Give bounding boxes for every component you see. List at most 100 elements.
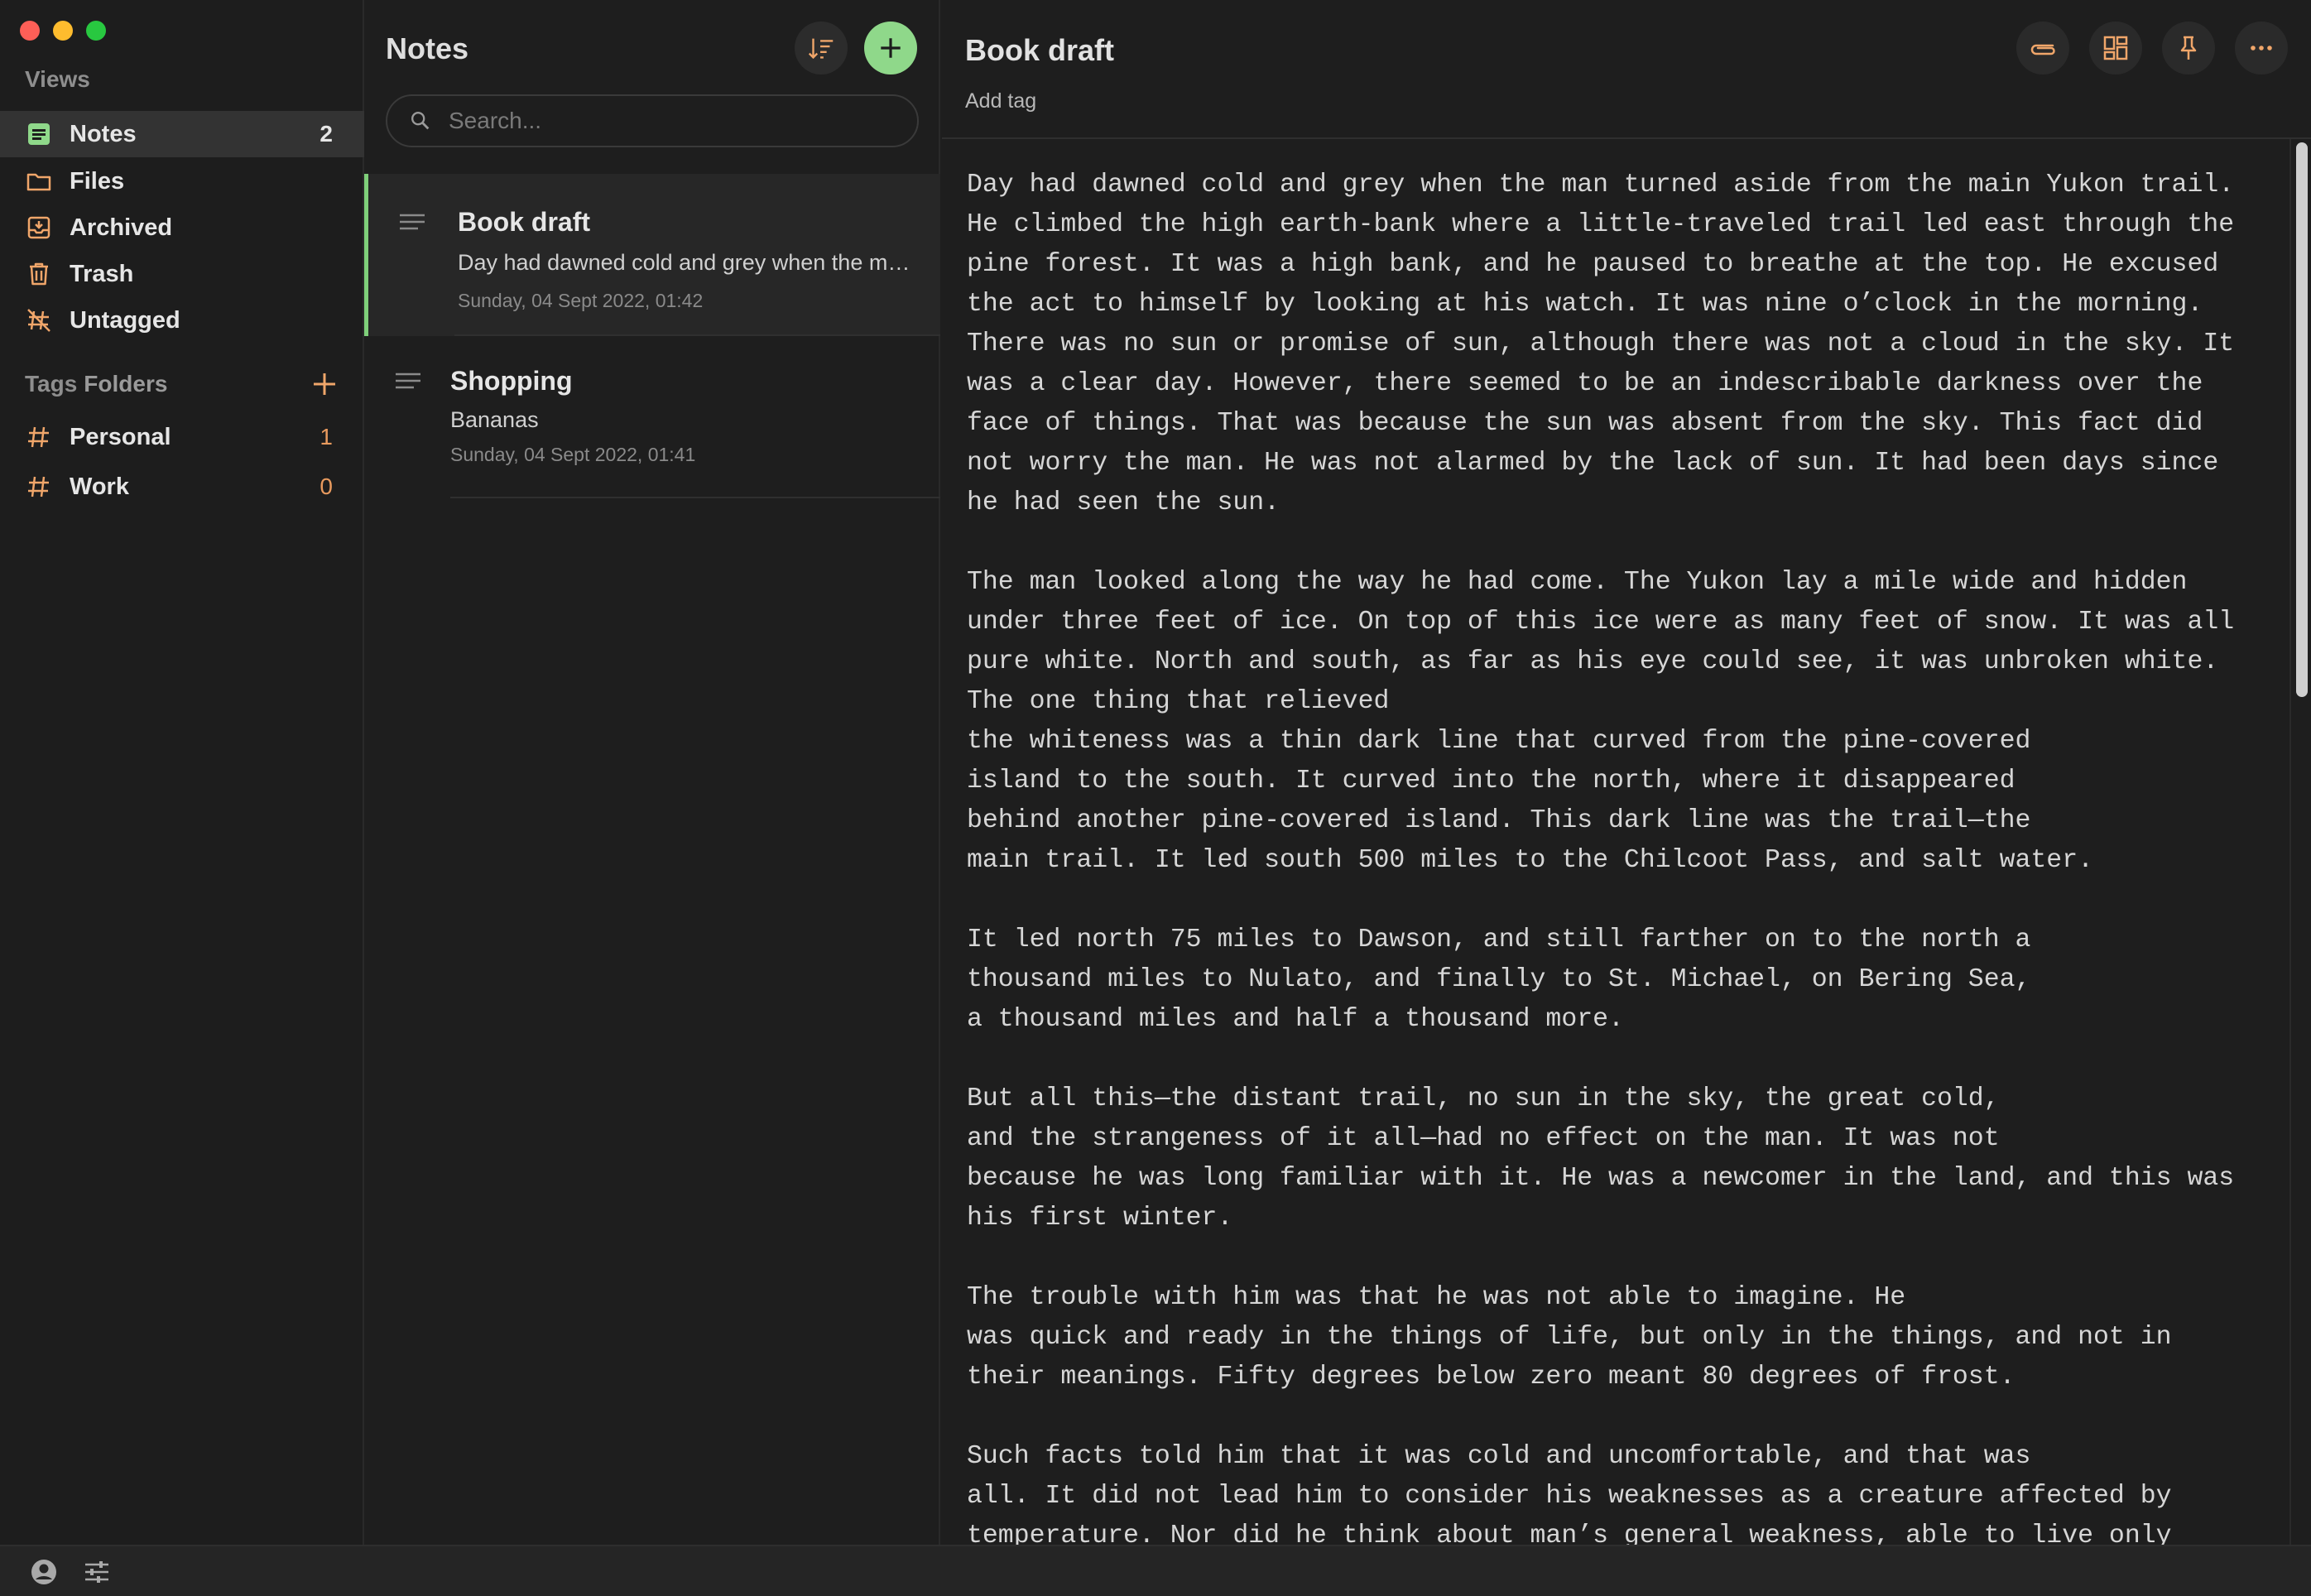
tags-tab[interactable]: Tags [25,371,77,397]
sidebar-item-label: Files [70,167,125,195]
text-line: main trail. It led south 500 miles to th… [967,846,2094,875]
layout-button[interactable] [2089,22,2142,75]
paperclip-icon [2030,44,2055,55]
sidebar-item-tag-personal[interactable]: Personal 1 [0,414,364,460]
note-lines-icon [400,214,425,230]
text-line: was quick and ready in the things of lif… [967,1323,2172,1352]
text-line: under three feet of ice. On top of this … [967,608,2235,637]
settings-sliders-icon[interactable] [81,1556,113,1588]
note-item-shopping[interactable]: Shopping Bananas Sunday, 04 Sept 2022, 0… [364,336,940,498]
editor-scrollbar[interactable] [2289,139,2311,1545]
sidebar: Views Notes 2 Files Archived Trash Untag… [0,0,364,1545]
text-line: pure white. North and south, as far as h… [967,647,2219,676]
note-preview: Day had dawned cold and grey when the ma… [458,250,921,275]
views-heading: Views [25,66,90,92]
text-line: pine forest. It was a high bank, and he … [967,250,2219,279]
folders-tab[interactable]: Folders [84,371,167,397]
sidebar-item-label: Archived [70,214,173,241]
zoom-window-button[interactable] [86,21,106,41]
plus-icon [881,38,901,58]
text-line: all. It did not lead him to consider his… [967,1482,2172,1511]
minimize-window-button[interactable] [53,21,73,41]
search-box[interactable] [386,94,919,147]
text-line: was a clear day. However, there seemed t… [967,369,2203,398]
sidebar-item-label: Notes [70,120,137,147]
text-line: The man looked along the way he had come… [967,568,2188,597]
note-title: Book draft [458,207,590,237]
text-line: The one thing that relieved [967,687,1390,716]
notes-list-panel: Notes Book draft Day had dawned cold and… [364,0,940,1545]
divider [450,497,940,498]
archive-icon [25,214,53,242]
document-title[interactable]: Book draft [965,33,1114,68]
tag-count: 1 [320,424,333,449]
sidebar-item-archived[interactable]: Archived [0,204,364,251]
pin-icon [2180,36,2197,60]
close-window-button[interactable] [20,21,40,41]
notes-icon [25,120,53,148]
scrollbar-thumb[interactable] [2296,142,2308,697]
notes-list-title: Notes [386,31,469,65]
more-options-button[interactable] [2235,22,2288,75]
note-date: Sunday, 04 Sept 2022, 01:41 [450,444,696,465]
status-bar [0,1545,2311,1596]
sort-button[interactable] [795,22,848,75]
attach-button[interactable] [2016,22,2069,75]
text-line: But all this—the distant trail, no sun i… [967,1084,2000,1113]
text-line: the whiteness was a thin dark line that … [967,727,2031,756]
sidebar-item-notes[interactable]: Notes 2 [0,111,364,157]
sidebar-item-untagged[interactable]: Untagged [0,297,364,344]
hash-icon [25,423,53,451]
sidebar-item-label: Work [70,473,129,500]
editor-header: Book draft Add tag [942,0,2311,139]
text-line: Day had dawned cold and grey when the ma… [967,171,2235,200]
text-line: face of things. That was because the sun… [967,409,2203,438]
note-item-book-draft[interactable]: Book draft Day had dawned cold and grey … [364,174,940,336]
trash-icon [25,260,53,288]
text-line: There was no sun or promise of sun, alth… [967,329,2235,358]
text-line: The trouble with him was that he was not… [967,1283,1906,1312]
text-line: because he was long familiar with it. He… [967,1164,2235,1193]
note-title: Shopping [450,366,573,396]
sidebar-item-label: Trash [70,260,134,287]
tag-count: 0 [320,474,333,499]
note-preview: Bananas [450,407,539,432]
text-line: It led north 75 miles to Dawson, and sti… [967,925,2031,954]
add-tag-icon[interactable] [310,369,339,399]
text-line: their meanings. Fifty degrees below zero… [967,1363,2016,1392]
dashboard-icon [2103,36,2128,60]
account-icon[interactable] [28,1556,60,1588]
notes-count: 2 [320,121,333,147]
hash-icon [25,473,53,501]
app-window: Views Notes 2 Files Archived Trash Untag… [0,0,2311,1596]
sidebar-item-label: Personal [70,423,171,450]
add-tag-link[interactable]: Add tag [965,89,1036,113]
search-icon [411,112,430,130]
sidebar-item-files[interactable]: Files [0,158,364,204]
text-line: thousand miles to Nulato, and finally to… [967,965,2031,994]
text-line: and the strangeness of it all—had no eff… [967,1124,2000,1153]
text-line: his first winter. [967,1204,1233,1233]
sidebar-item-trash[interactable]: Trash [0,251,364,297]
text-line: the act to himself by looking at his wat… [967,290,2203,319]
window-controls [20,21,106,41]
text-line: not worry the man. He was not alarmed by… [967,449,2219,478]
sort-icon [808,38,834,60]
search-input[interactable] [449,108,912,134]
new-note-button[interactable] [864,22,917,75]
text-line: a thousand miles and half a thousand mor… [967,1005,1624,1034]
editor-panel: Book draft Add tag Day had dawned cold a… [942,0,2311,1545]
sidebar-item-tag-work[interactable]: Work 0 [0,464,364,510]
text-line: temperature. Nor did he think about man’… [967,1521,2172,1545]
note-body-editor[interactable]: Day had dawned cold and grey when the ma… [967,166,2275,1545]
text-line: Such facts told him that it was cold and… [967,1442,2031,1471]
pin-button[interactable] [2162,22,2215,75]
untagged-icon [25,306,53,334]
more-horizontal-icon [2251,46,2272,50]
folder-icon [25,167,53,195]
tags-folders-header: Tags Folders [25,368,339,401]
